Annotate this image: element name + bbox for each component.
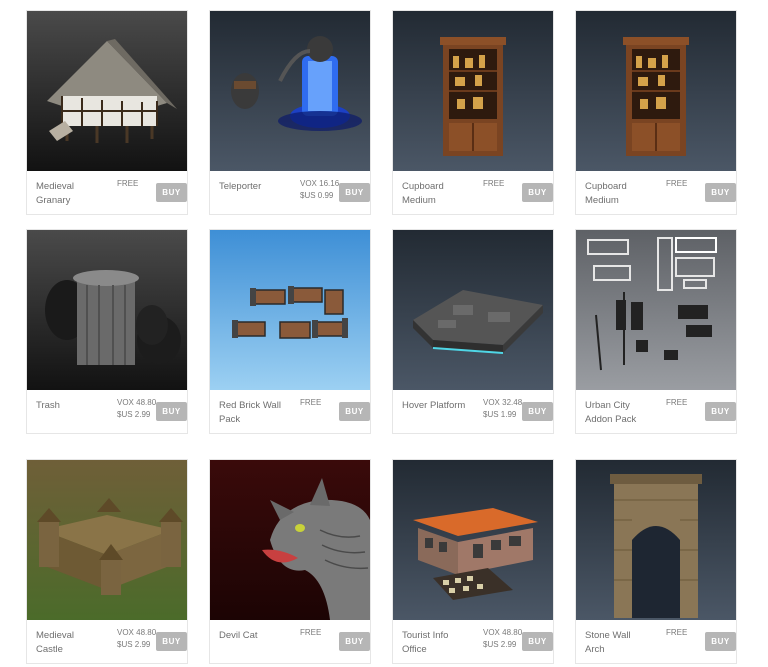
buy-button[interactable]: BUY [522, 402, 553, 421]
asset-name[interactable]: Teleporter [219, 180, 285, 194]
asset-name[interactable]: Cupboard Medium [585, 180, 651, 208]
trash-image[interactable] [27, 230, 187, 390]
asset-card[interactable]: Hover Platform VOX 32.48 $US 1.99 BUY [392, 229, 554, 434]
asset-card[interactable]: Stone Wall Arch FREE BUY [575, 459, 737, 664]
asset-price: VOX 48.80 $US 2.99 [117, 397, 161, 420]
price-primary: FREE [666, 179, 688, 188]
price-primary: FREE [300, 628, 322, 637]
asset-name[interactable]: Urban City Addon Pack [585, 399, 651, 427]
asset-price: VOX 48.80 $US 2.99 [117, 627, 161, 650]
devil-cat-image[interactable] [210, 460, 370, 620]
price-secondary: $US 1.99 [483, 409, 517, 419]
brick-wall-image[interactable] [210, 230, 370, 390]
buy-button[interactable]: BUY [339, 632, 370, 651]
cupboard-image[interactable] [576, 11, 736, 171]
asset-name[interactable]: Hover Platform [402, 399, 468, 413]
asset-price: FREE [483, 178, 527, 190]
buy-button[interactable]: BUY [705, 632, 736, 651]
asset-card[interactable]: Trash VOX 48.80 $US 2.99 BUY [26, 229, 188, 434]
asset-card[interactable]: Red Brick Wall Pack FREE BUY [209, 229, 371, 434]
medieval-granary-image[interactable] [27, 11, 187, 171]
asset-price: VOX 32.48 $US 1.99 [483, 397, 527, 420]
asset-name[interactable]: Devil Cat [219, 629, 285, 643]
price-primary: VOX 16.16 [300, 179, 340, 188]
asset-card[interactable]: Medieval Castle VOX 48.80 $US 2.99 BUY [26, 459, 188, 664]
price-primary: FREE [666, 628, 688, 637]
hover-platform-image[interactable] [393, 230, 553, 390]
asset-name[interactable]: Cupboard Medium [402, 180, 468, 208]
asset-price: FREE [666, 397, 710, 409]
asset-card[interactable]: Cupboard Medium FREE BUY [392, 10, 554, 215]
asset-price: FREE [300, 397, 344, 409]
price-primary: FREE [300, 398, 322, 407]
buy-button[interactable]: BUY [156, 402, 187, 421]
price-primary: FREE [666, 398, 688, 407]
teleporter-image[interactable] [210, 11, 370, 171]
asset-card[interactable]: Teleporter VOX 16.16 $US 0.99 BUY [209, 10, 371, 215]
asset-name[interactable]: Red Brick Wall Pack [219, 399, 285, 427]
price-secondary: $US 2.99 [117, 409, 151, 419]
stone-arch-image[interactable] [576, 460, 736, 620]
tourist-office-image[interactable] [393, 460, 553, 620]
buy-button[interactable]: BUY [705, 402, 736, 421]
asset-card[interactable]: Urban City Addon Pack FREE BUY [575, 229, 737, 434]
asset-card[interactable]: Devil Cat FREE BUY [209, 459, 371, 664]
asset-price: VOX 48.80 $US 2.99 [483, 627, 527, 650]
buy-button[interactable]: BUY [339, 402, 370, 421]
price-primary: FREE [117, 179, 139, 188]
buy-button[interactable]: BUY [339, 183, 370, 202]
asset-price: FREE [666, 178, 710, 190]
asset-name[interactable]: Medieval Castle [36, 629, 102, 657]
asset-price: FREE [666, 627, 710, 639]
price-secondary: $US 2.99 [117, 639, 151, 649]
price-primary: VOX 48.80 [117, 398, 157, 407]
buy-button[interactable]: BUY [522, 183, 553, 202]
asset-card[interactable]: Cupboard Medium FREE BUY [575, 10, 737, 215]
asset-name[interactable]: Trash [36, 399, 102, 413]
asset-card[interactable]: Tourist Info Office VOX 48.80 $US 2.99 B… [392, 459, 554, 664]
price-primary: VOX 32.48 [483, 398, 523, 407]
price-secondary: $US 2.99 [483, 639, 517, 649]
asset-name[interactable]: Medieval Granary [36, 180, 102, 208]
castle-image[interactable] [27, 460, 187, 620]
cupboard-image[interactable] [393, 11, 553, 171]
price-primary: VOX 48.80 [483, 628, 523, 637]
price-secondary: $US 0.99 [300, 190, 334, 200]
asset-card[interactable]: Medieval Granary FREE BUY [26, 10, 188, 215]
buy-button[interactable]: BUY [705, 183, 736, 202]
price-primary: VOX 48.80 [117, 628, 157, 637]
price-primary: FREE [483, 179, 505, 188]
urban-city-image[interactable] [576, 230, 736, 390]
buy-button[interactable]: BUY [156, 183, 187, 202]
buy-button[interactable]: BUY [156, 632, 187, 651]
buy-button[interactable]: BUY [522, 632, 553, 651]
asset-name[interactable]: Stone Wall Arch [585, 629, 651, 657]
asset-name[interactable]: Tourist Info Office [402, 629, 468, 657]
asset-price: FREE [117, 178, 161, 190]
asset-price: VOX 16.16 $US 0.99 [300, 178, 344, 201]
asset-price: FREE [300, 627, 344, 639]
